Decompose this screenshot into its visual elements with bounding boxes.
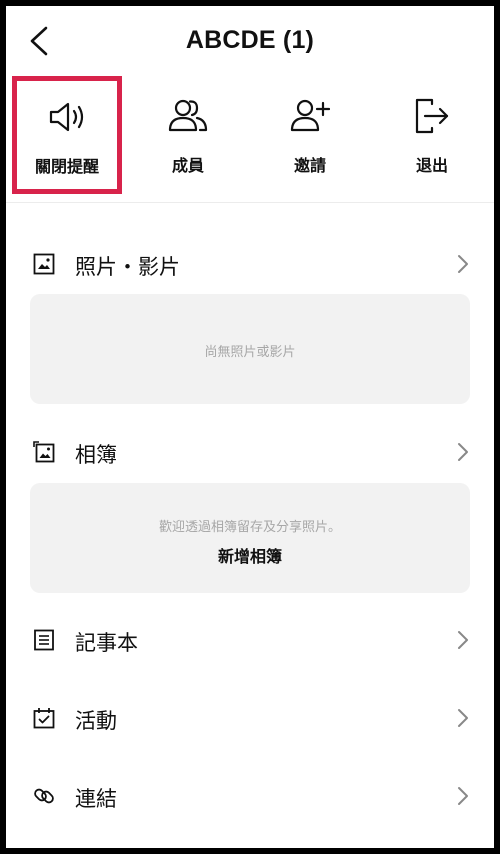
chevron-right-icon — [458, 787, 468, 805]
notes-label: 記事本 — [75, 631, 138, 655]
events-row[interactable]: 活動 — [6, 694, 494, 746]
notes-row[interactable]: 記事本 — [6, 616, 494, 668]
members-icon — [168, 99, 208, 132]
divider — [6, 202, 494, 203]
invite-label: 邀請 — [293, 156, 326, 175]
members-button[interactable]: 成員 — [138, 76, 238, 188]
photo-icon — [33, 253, 55, 275]
group-info-screen: ABCDE (1) 關閉提醒 成員 邀請 退出 照片・影片 尚無照片或影片 相簿… — [6, 6, 494, 848]
leave-button[interactable]: 退出 — [382, 76, 482, 188]
calendar-check-icon — [33, 708, 55, 729]
invite-button[interactable]: 邀請 — [260, 76, 360, 188]
links-label: 連結 — [75, 787, 117, 811]
photos-videos-row[interactable]: 照片・影片 — [6, 240, 494, 292]
albums-label: 相簿 — [75, 443, 117, 467]
speaker-icon — [49, 102, 84, 132]
add-album-button[interactable]: 新增相簿 — [30, 543, 470, 567]
action-bar: 關閉提醒 成員 邀請 退出 — [6, 76, 494, 200]
events-label: 活動 — [75, 709, 117, 733]
chevron-right-icon — [458, 709, 468, 727]
link-icon — [34, 788, 54, 804]
page-title: ABCDE (1) — [185, 26, 315, 54]
links-row[interactable]: 連結 — [6, 772, 494, 824]
albums-card: 歡迎透過相簿留存及分享照片。 新增相簿 — [30, 483, 470, 593]
exit-icon — [415, 98, 449, 134]
mute-notifications-button[interactable]: 關閉提醒 — [12, 76, 122, 194]
top-bar: ABCDE (1) — [6, 6, 494, 74]
chevron-right-icon — [458, 255, 468, 273]
photos-empty-text: 尚無照片或影片 — [204, 345, 296, 360]
albums-hint-text: 歡迎透過相簿留存及分享照片。 — [158, 520, 341, 535]
mute-notifications-label: 關閉提醒 — [34, 157, 99, 176]
albums-row[interactable]: 相簿 — [6, 428, 494, 480]
leave-label: 退出 — [415, 156, 448, 175]
chevron-right-icon — [458, 443, 468, 461]
album-icon — [33, 441, 55, 463]
photos-videos-label: 照片・影片 — [75, 255, 180, 279]
add-user-icon — [290, 99, 330, 132]
photos-empty-card: 尚無照片或影片 — [30, 294, 470, 404]
note-icon — [34, 629, 54, 651]
members-label: 成員 — [171, 156, 204, 175]
chevron-right-icon — [458, 631, 468, 649]
